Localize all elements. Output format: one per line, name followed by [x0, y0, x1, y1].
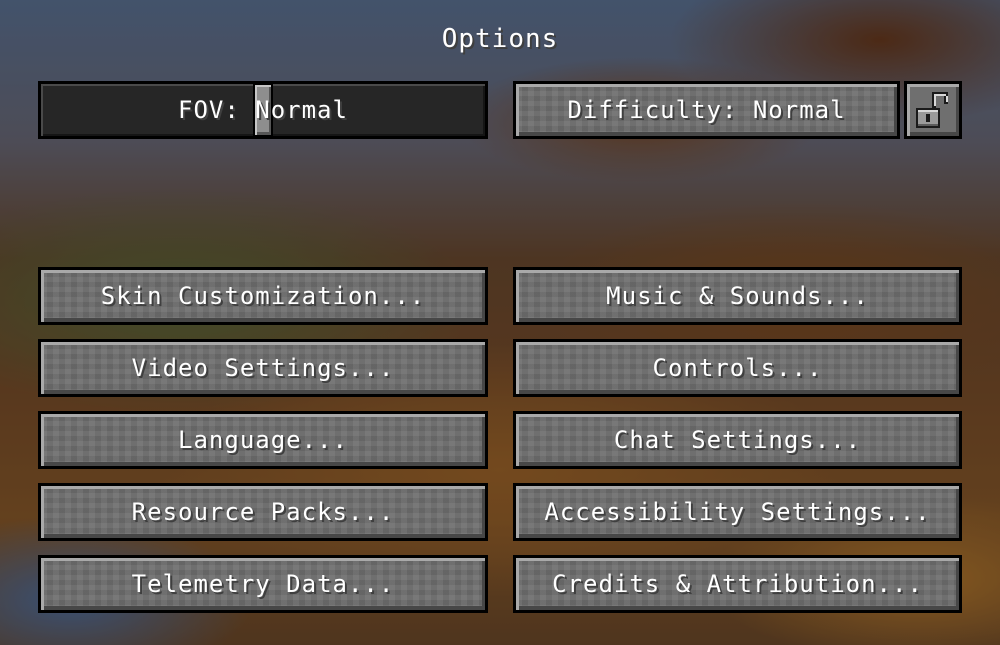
difficulty-label: Difficulty: Normal: [567, 96, 846, 124]
unlocked-padlock-icon: [916, 92, 948, 128]
skin-customization-button[interactable]: Skin Customization...: [38, 267, 488, 325]
difficulty-lock-button[interactable]: [904, 81, 962, 139]
difficulty-button[interactable]: Difficulty: Normal: [513, 81, 900, 139]
fov-slider[interactable]: FOV: Normal: [38, 81, 488, 139]
resource-packs-button[interactable]: Resource Packs...: [38, 483, 488, 541]
music-sounds-button[interactable]: Music & Sounds...: [513, 267, 962, 325]
video-settings-button[interactable]: Video Settings...: [38, 339, 488, 397]
telemetry-data-button[interactable]: Telemetry Data...: [38, 555, 488, 613]
language-button[interactable]: Language...: [38, 411, 488, 469]
controls-button[interactable]: Controls...: [513, 339, 962, 397]
fov-slider-label: FOV: Normal: [178, 96, 348, 124]
chat-settings-button[interactable]: Chat Settings...: [513, 411, 962, 469]
accessibility-settings-button[interactable]: Accessibility Settings...: [513, 483, 962, 541]
screen-title: Options: [441, 24, 559, 54]
credits-attribution-button[interactable]: Credits & Attribution...: [513, 555, 962, 613]
